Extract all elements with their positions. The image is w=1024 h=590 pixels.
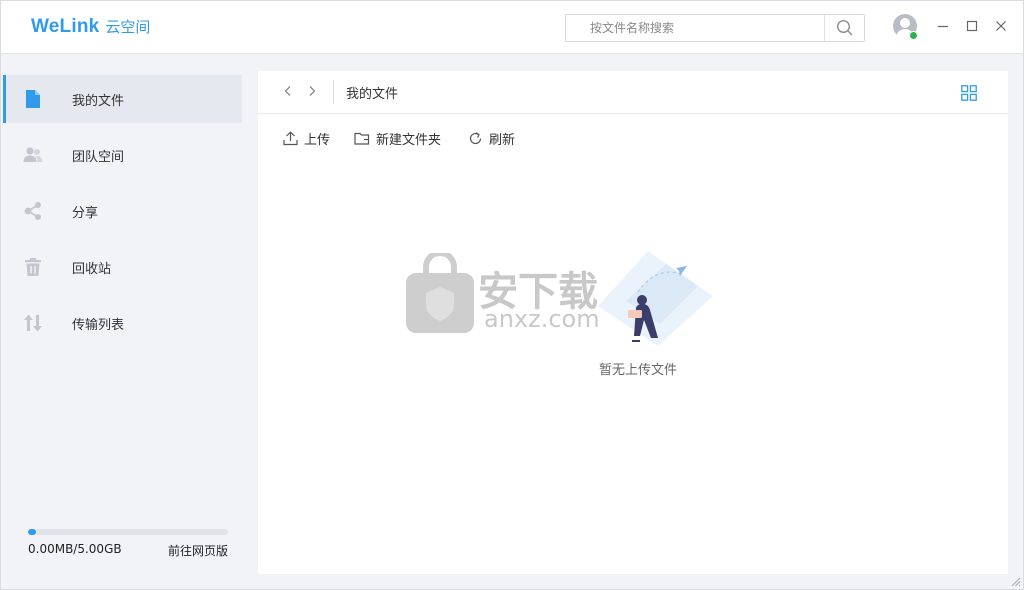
chevron-right-icon [309,86,316,96]
minimize-icon [938,25,948,28]
sidebar-item-team-space[interactable]: 团队空间 [3,131,242,179]
app-window: WeLink 云空间 按文件名称搜索 我的文件 团队空间 分享 回收站 传输列表… [0,0,1024,590]
sidebar-item-label: 传输列表 [72,318,125,333]
file-icon [26,90,40,108]
maximize-button[interactable] [964,18,980,34]
title-bar: WeLink 云空间 [1,1,1023,54]
trash-icon [25,258,41,276]
brand-name: WeLink [31,16,100,37]
sidebar-item-my-files[interactable]: 我的文件 [3,75,242,123]
chevron-left-icon [284,86,291,96]
refresh-button[interactable]: 刷新 [468,127,515,149]
search-icon [836,19,852,36]
share-icon [24,202,41,220]
search-button[interactable] [824,15,864,41]
sidebar-item-recycle-bin[interactable]: 回收站 [3,243,242,291]
sidebar: 我的文件 团队空间 分享 回收站 传输列表 0.00MB/5.00GB 前往网页… [1,55,249,589]
maximize-icon [966,20,978,32]
sidebar-item-share[interactable]: 分享 [3,187,242,235]
resize-grip-icon[interactable] [1009,575,1021,587]
empty-state-message: 暂无上传文件 [598,363,677,378]
sidebar-item-label: 我的文件 [72,94,125,109]
brand-logo: WeLink 云空间 [31,16,150,38]
sidebar-item-label: 团队空间 [72,150,125,165]
refresh-icon [469,131,482,144]
grid-view-icon [961,85,977,101]
upload-label: 上传 [304,132,331,148]
breadcrumb: 我的文件 [346,87,399,102]
transfer-icon [24,314,42,332]
new-folder-button[interactable]: 新建文件夹 [354,127,441,149]
grid-view-button[interactable] [961,85,977,101]
product-name: 云空间 [105,18,151,36]
panel-header: 我的文件 [258,71,1008,114]
header-divider [333,80,334,104]
online-status-badge [909,31,918,40]
search-input[interactable] [566,15,824,41]
quota-progress-fill [28,529,36,535]
sidebar-item-label: 分享 [72,206,99,221]
team-icon [23,147,43,162]
search-box [565,14,865,42]
sidebar-item-label: 回收站 [72,262,112,277]
web-version-link[interactable]: 前往网页版 [168,542,228,559]
upload-icon [283,130,298,145]
refresh-label: 刷新 [489,132,516,148]
forward-button[interactable] [304,83,320,99]
quota-progress-bar [28,529,228,535]
quota-used-text: 0.00MB/5.00GB [28,542,122,556]
upload-button[interactable]: 上传 [283,127,330,149]
close-icon [996,21,1006,31]
sidebar-item-transfer-list[interactable]: 传输列表 [3,299,242,347]
new-folder-icon [354,132,370,145]
back-button[interactable] [280,83,296,99]
empty-state-illustration [598,251,713,346]
main-panel: 我的文件 上传 新建文件夹 刷新 暂无上传文件 [258,71,1008,574]
new-folder-label: 新建文件夹 [376,132,442,148]
file-toolbar: 上传 新建文件夹 刷新 [258,127,1008,149]
close-button[interactable] [993,18,1009,34]
minimize-button[interactable] [935,18,951,34]
